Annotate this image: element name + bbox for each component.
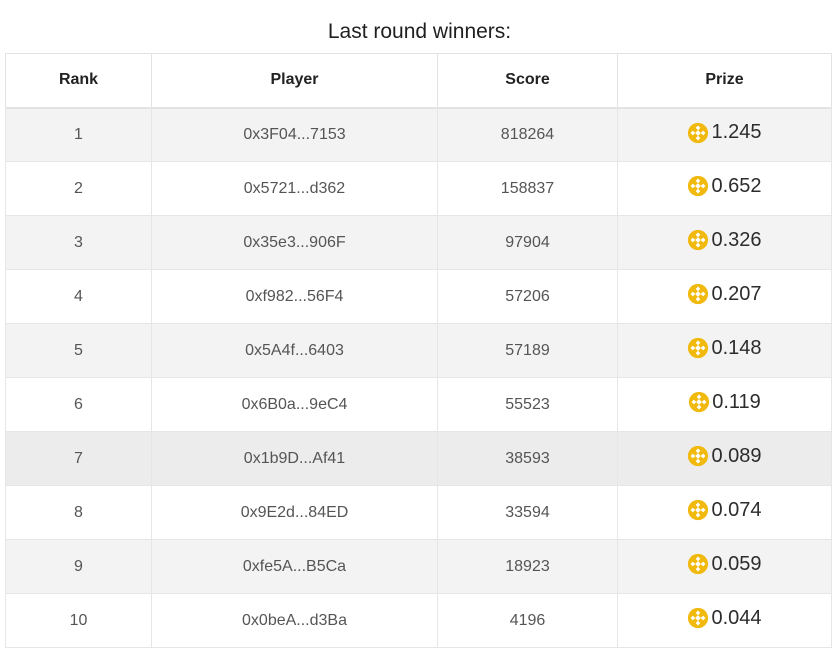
cell-score: 18923 [437,539,618,594]
prize-value-group: 0.074 [687,498,762,522]
winners-panel: Last round winners: Rank Player Score Pr… [0,0,839,659]
cell-score: 97904 [437,215,618,270]
prize-amount: 0.089 [711,444,762,467]
page-title: Last round winners: [327,20,512,43]
winners-table: Rank Player Score Prize 1 0x3F04...7153 81… [5,53,832,648]
cell-score: 4196 [437,593,618,648]
cell-rank: 9 [5,539,152,594]
cell-rank: 3 [5,215,152,270]
prize-amount: 1.245 [711,121,762,143]
cell-prize: 0.652 [617,161,832,216]
prize-amount: 0.074 [711,498,762,521]
table-row: 9 0xfe5A...B5Ca 18923 0.059 [5,539,832,594]
bnb-coin-icon [687,337,709,359]
prize-value-group: 0.119 [688,391,761,414]
cell-player: 0x3F04...7153 [151,107,438,162]
cell-prize: 0.119 [617,377,832,432]
prize-value-group: 1.245 [687,121,762,144]
cell-prize: 0.207 [617,269,832,324]
cell-rank: 10 [5,593,152,648]
table-row: 4 0xf982...56F4 57206 0.207 [5,269,832,324]
table-row: 10 0x0beA...d3Ba 4196 0.044 [5,593,832,648]
bnb-coin-icon [687,283,709,305]
cell-rank: 8 [5,485,152,540]
cell-prize: 0.148 [617,323,832,378]
cell-player: 0x5A4f...6403 [151,323,438,378]
cell-player: 0x9E2d...84ED [151,485,438,540]
bnb-coin-icon [687,499,709,521]
bnb-coin-icon [688,391,710,413]
cell-prize: 0.044 [617,593,832,648]
cell-rank: 1 [5,107,152,162]
cell-player: 0x5721...d362 [151,161,438,216]
prize-amount: 0.207 [711,282,762,305]
cell-score: 55523 [437,377,618,432]
cell-player: 0x6B0a...9eC4 [151,377,438,432]
bnb-coin-icon [687,229,709,251]
prize-value-group: 0.089 [687,444,762,468]
prize-amount: 0.044 [711,606,762,629]
prize-value-group: 0.148 [687,336,762,360]
prize-amount: 0.059 [711,552,762,575]
cell-score: 33594 [437,485,618,540]
column-header-player: Player [151,53,438,108]
cell-score: 38593 [437,431,618,486]
cell-score: 818264 [437,107,618,162]
table-row: 5 0x5A4f...6403 57189 0.148 [5,323,832,378]
prize-amount: 0.148 [711,336,762,359]
bnb-coin-icon [687,607,709,629]
bnb-coin-icon [687,553,709,575]
prize-amount: 0.652 [711,174,762,197]
table-row: 2 0x5721...d362 158837 0.652 [5,161,832,216]
cell-prize: 0.059 [617,539,832,594]
cell-prize: 0.089 [617,431,832,486]
column-header-rank: Rank [5,53,152,108]
cell-player: 0x35e3...906F [151,215,438,270]
prize-value-group: 0.044 [687,606,762,630]
cell-player: 0xfe5A...B5Ca [151,539,438,594]
cell-rank: 6 [5,377,152,432]
cell-score: 57206 [437,269,618,324]
table-header: Rank Player Score Prize [5,53,832,108]
table-row: 3 0x35e3...906F 97904 0.326 [5,215,832,270]
cell-prize: 0.074 [617,485,832,540]
prize-value-group: 0.326 [687,228,762,252]
bnb-coin-icon [687,122,709,144]
cell-player: 0x1b9D...Af41 [151,431,438,486]
cell-rank: 7 [5,431,152,486]
table-row: 6 0x6B0a...9eC4 55523 0.119 [5,377,832,432]
cell-score: 158837 [437,161,618,216]
table-body: 1 0x3F04...7153 818264 1.245 2 0x5721...d362 1… [5,107,832,648]
table-row: 1 0x3F04...7153 818264 1.245 [5,107,832,162]
cell-rank: 4 [5,269,152,324]
column-header-score: Score [437,53,618,108]
prize-amount: 0.326 [711,228,762,251]
table-row: 7 0x1b9D...Af41 38593 0.089 [5,431,832,486]
cell-player: 0x0beA...d3Ba [151,593,438,648]
bnb-coin-icon [687,175,709,197]
prize-value-group: 0.207 [687,282,762,306]
prize-value-group: 0.059 [687,552,762,576]
cell-prize: 0.326 [617,215,832,270]
cell-score: 57189 [437,323,618,378]
prize-value-group: 0.652 [687,174,762,198]
cell-rank: 5 [5,323,152,378]
table-row: 8 0x9E2d...84ED 33594 0.074 [5,485,832,540]
bnb-coin-icon [687,445,709,467]
column-header-prize: Prize [617,53,832,108]
prize-amount: 0.119 [712,390,761,413]
cell-player: 0xf982...56F4 [151,269,438,324]
cell-rank: 2 [5,161,152,216]
cell-prize: 1.245 [617,107,832,162]
